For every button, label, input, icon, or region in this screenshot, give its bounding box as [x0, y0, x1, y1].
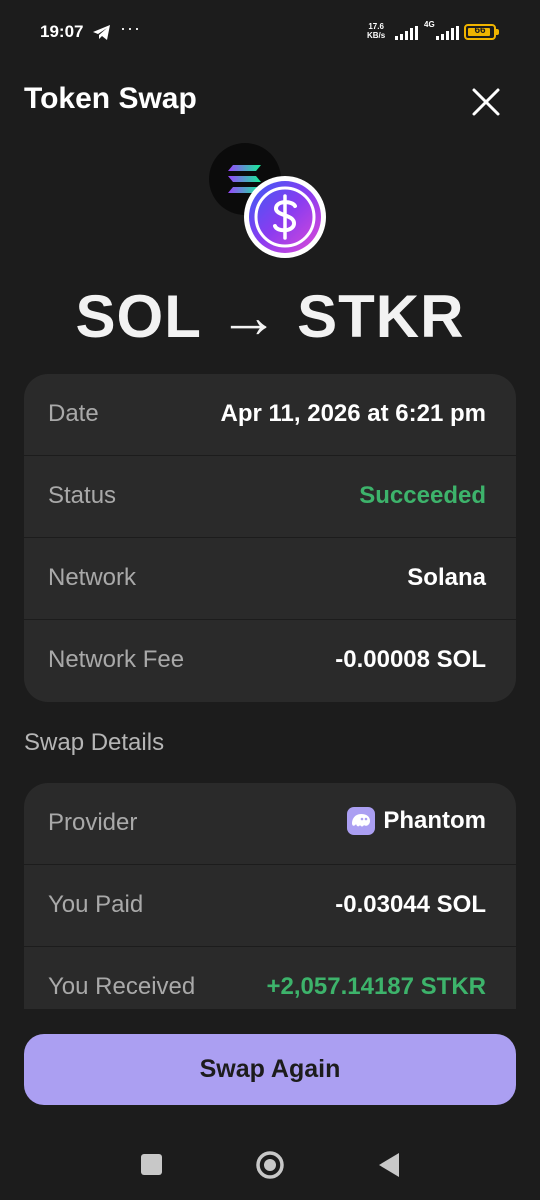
transaction-summary-card: Date Apr 11, 2026 at 6:21 pm Status Succ…	[24, 374, 516, 702]
stkr-dollar-icon	[244, 176, 326, 258]
network-fee-value: -0.00008 SOL	[335, 646, 486, 673]
status-time: 19:07	[40, 22, 84, 41]
detail-row-you-paid: You Paid -0.03044 SOL	[24, 865, 516, 947]
network-speed: 17.6 KB/s	[367, 22, 386, 40]
detail-row-network-fee: Network Fee -0.00008 SOL	[24, 620, 516, 702]
battery-tip	[496, 29, 499, 35]
swap-details-heading: Swap Details	[24, 729, 165, 756]
back-button[interactable]	[378, 1152, 400, 1178]
swap-again-button[interactable]: Swap Again	[24, 1034, 516, 1105]
status-value: Succeeded	[359, 482, 486, 509]
network-label: Network	[48, 564, 137, 591]
you-paid-label: You Paid	[48, 891, 144, 918]
battery-icon: 66	[464, 24, 496, 40]
close-icon[interactable]	[470, 86, 502, 118]
network-fee-label: Network Fee	[48, 646, 185, 673]
detail-row-status: Status Succeeded	[24, 456, 516, 538]
recent-apps-button[interactable]	[141, 1154, 162, 1175]
detail-row-provider: Provider Phantom	[24, 783, 516, 865]
provider-name: Phantom	[383, 807, 486, 834]
date-label: Date	[48, 400, 99, 427]
you-received-value: +2,057.14187 STKR	[266, 973, 486, 1000]
page-title: Token Swap	[24, 82, 197, 115]
you-paid-value: -0.03044 SOL	[335, 891, 486, 918]
date-value: Apr 11, 2026 at 6:21 pm	[220, 400, 486, 427]
provider-value: Phantom	[347, 807, 486, 835]
telegram-icon	[93, 25, 110, 40]
detail-row-date: Date Apr 11, 2026 at 6:21 pm	[24, 374, 516, 456]
network-type: 4G	[424, 20, 435, 29]
more-notifications-icon: ···	[120, 18, 141, 38]
provider-label: Provider	[48, 809, 138, 836]
network-value: Solana	[407, 564, 486, 591]
signal-icon	[395, 26, 418, 40]
status-label: Status	[48, 482, 117, 509]
swap-details-card: Provider Phantom You Paid -0.03044 SOL Y…	[24, 783, 516, 1009]
phantom-ghost-icon	[347, 807, 376, 835]
signal-icon-2	[436, 26, 459, 40]
detail-row-you-received: You Received +2,057.14187 STKR	[24, 947, 516, 1009]
detail-row-network: Network Solana	[24, 538, 516, 620]
swap-pair-title: SOL → STKR	[75, 283, 465, 350]
status-bar: 19:07 ··· 17.6 KB/s 4G 66	[0, 0, 540, 66]
home-button[interactable]	[255, 1150, 285, 1180]
you-received-label: You Received	[48, 973, 196, 1000]
battery-level: 66	[474, 25, 486, 36]
